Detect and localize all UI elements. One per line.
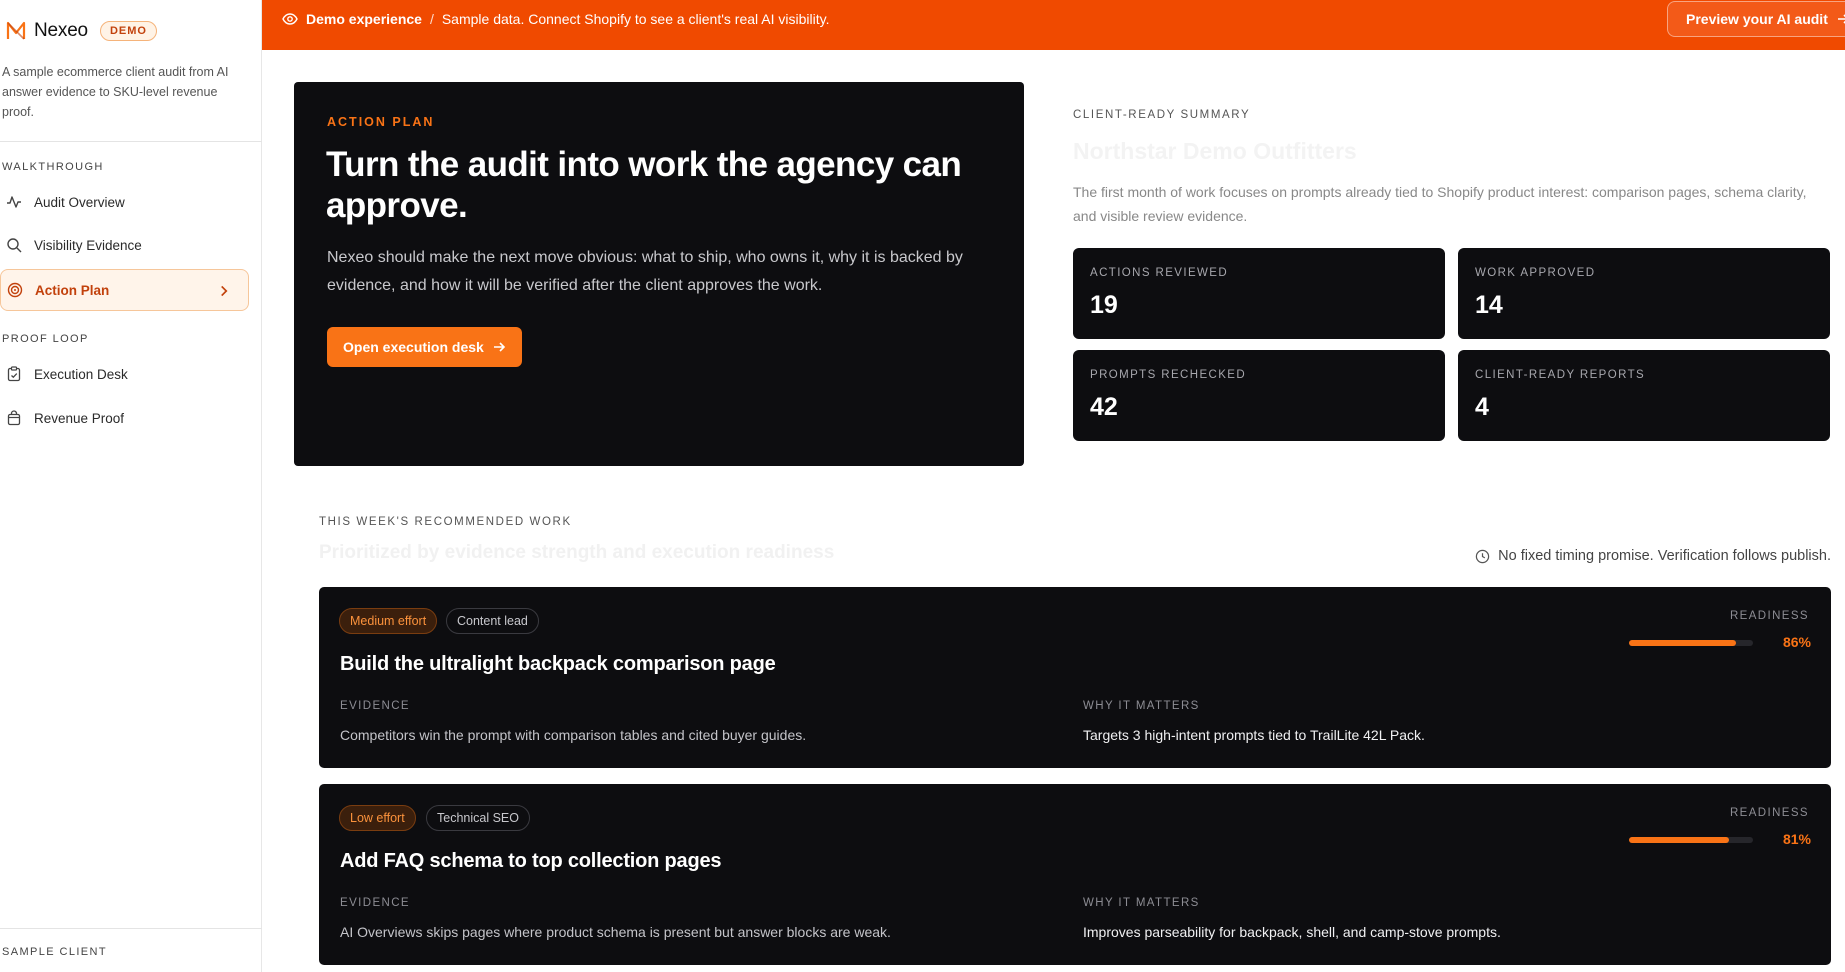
timing-note: No fixed timing promise. Verification fo… (1475, 548, 1831, 564)
banner-separator: / (429, 11, 434, 27)
work-card[interactable]: Medium effort Content lead Build the ult… (319, 587, 1831, 768)
clock-icon (1475, 549, 1490, 563)
app-root: Nexeo DEMO A sample ecommerce client aud… (0, 0, 1845, 972)
nav-section-proof-loop: PROOF LOOP (2, 333, 89, 345)
sidebar-item-action-plan[interactable]: Action Plan (0, 269, 249, 311)
metric-label: CLIENT-READY REPORTS (1475, 369, 1646, 381)
work-title: Add FAQ schema to top collection pages (340, 850, 722, 872)
search-icon (7, 238, 22, 253)
sidebar-item-execution-desk[interactable]: Execution Desk (0, 353, 249, 395)
open-execution-desk-button[interactable]: Open execution desk (327, 327, 522, 367)
brand[interactable]: Nexeo DEMO (6, 20, 157, 42)
metric-value: 42 (1090, 393, 1118, 421)
owner-tag: Content lead (446, 608, 539, 634)
evidence-text: AI Overviews skips pages where product s… (340, 924, 891, 940)
metric-value: 14 (1475, 291, 1503, 319)
arrow-right-icon (1837, 14, 1845, 24)
sidebar-item-visibility-evidence[interactable]: Visibility Evidence (0, 224, 249, 266)
readiness-label: READINESS (1729, 807, 1809, 819)
metric-card-client-ready-reports: CLIENT-READY REPORTS 4 (1458, 350, 1830, 441)
metric-value: 19 (1090, 291, 1118, 319)
banner-message: Demo experience / Sample data. Connect Sho… (306, 11, 829, 27)
readiness-fill (1629, 640, 1736, 646)
shopping-bag-icon (7, 410, 21, 426)
recommended-kicker: THIS WEEK'S RECOMMENDED WORK (319, 516, 572, 528)
client-name: Northstar Demo Outfitters (1073, 138, 1357, 164)
eye-icon (282, 13, 298, 25)
sidebar-item-label: Execution Desk (34, 366, 128, 382)
preview-audit-button[interactable]: Preview your AI audit (1667, 1, 1845, 37)
sidebar-item-label: Revenue Proof (34, 410, 125, 426)
sidebar-item-revenue-proof[interactable]: Revenue Proof (0, 397, 249, 439)
open-execution-desk-label: Open execution desk (343, 339, 484, 355)
readiness-label: READINESS (1729, 610, 1809, 622)
metric-label: PROMPTS RECHECKED (1090, 369, 1247, 381)
timing-note-text: No fixed timing promise. Verification fo… (1498, 548, 1831, 564)
readiness-bar (1629, 640, 1753, 646)
page-title: Turn the audit into work the agency can … (326, 145, 962, 225)
demo-badge: DEMO (99, 21, 157, 41)
effort-tag: Low effort (339, 805, 416, 831)
evidence-label: EVIDENCE (340, 897, 410, 909)
sidebar-description: A sample ecommerce client audit from AI … (2, 65, 229, 119)
sample-client-label: SAMPLE CLIENT (2, 946, 108, 958)
readiness-percent: 86% (1782, 634, 1811, 650)
metric-card-actions-reviewed: ACTIONS REVIEWED 19 (1073, 248, 1445, 339)
why-text: Improves parseability for backpack, shel… (1083, 924, 1501, 940)
work-title: Build the ultralight backpack comparison… (340, 653, 776, 675)
nav-section-walkthrough: WALKTHROUGH (2, 161, 104, 173)
why-label: WHY IT MATTERS (1083, 897, 1200, 909)
clipboard-icon (7, 366, 21, 382)
readiness-percent: 81% (1782, 831, 1811, 847)
owner-tag: Technical SEO (426, 805, 530, 831)
chevron-right-icon (221, 285, 228, 297)
metric-label: WORK APPROVED (1475, 267, 1596, 279)
metric-label: ACTIONS REVIEWED (1090, 267, 1229, 279)
activity-icon (7, 196, 21, 208)
effort-tag: Medium effort (339, 608, 438, 634)
why-text: Targets 3 high-intent prompts tied to Tr… (1083, 727, 1425, 743)
sidebar-item-audit-overview[interactable]: Audit Overview (0, 181, 249, 223)
banner-text: Sample data. Connect Shopify to see a cl… (441, 11, 830, 27)
evidence-label: EVIDENCE (340, 700, 410, 712)
sidebar-divider (0, 141, 262, 142)
sidebar: Nexeo DEMO A sample ecommerce client aud… (0, 0, 262, 972)
hero-kicker: ACTION PLAN (327, 115, 435, 129)
work-card[interactable]: Low effort Technical SEO Add FAQ schema … (319, 784, 1831, 965)
target-icon (7, 282, 23, 298)
readiness-fill (1629, 837, 1730, 843)
summary-kicker: CLIENT-READY SUMMARY (1073, 109, 1251, 121)
metric-value: 4 (1475, 393, 1489, 421)
summary-description: The first month of work focuses on promp… (1073, 184, 1807, 224)
demo-banner: Demo experience / Sample data. Connect Sho… (262, 0, 1845, 50)
preview-audit-label: Preview your AI audit (1686, 11, 1828, 27)
brand-name: Nexeo (34, 20, 88, 41)
recommended-subtitle: Prioritized by evidence strength and exe… (319, 542, 835, 563)
action-plan-hero: ACTION PLAN Turn the audit into work the… (294, 82, 1024, 466)
readiness-bar (1629, 837, 1753, 843)
banner-strong: Demo experience (306, 11, 422, 27)
metric-card-work-approved: WORK APPROVED 14 (1458, 248, 1830, 339)
arrow-right-icon (493, 342, 505, 352)
why-label: WHY IT MATTERS (1083, 700, 1200, 712)
sidebar-item-label: Audit Overview (34, 194, 125, 210)
sidebar-item-label: Action Plan (35, 282, 110, 298)
hero-description: Nexeo should make the next move obvious:… (327, 249, 963, 294)
evidence-text: Competitors win the prompt with comparis… (340, 727, 807, 743)
metric-card-prompts-rechecked: PROMPTS RECHECKED 42 (1073, 350, 1445, 441)
sidebar-bottom-divider (0, 928, 262, 929)
nexeo-logo-icon (6, 21, 26, 40)
sidebar-item-label: Visibility Evidence (34, 237, 142, 253)
